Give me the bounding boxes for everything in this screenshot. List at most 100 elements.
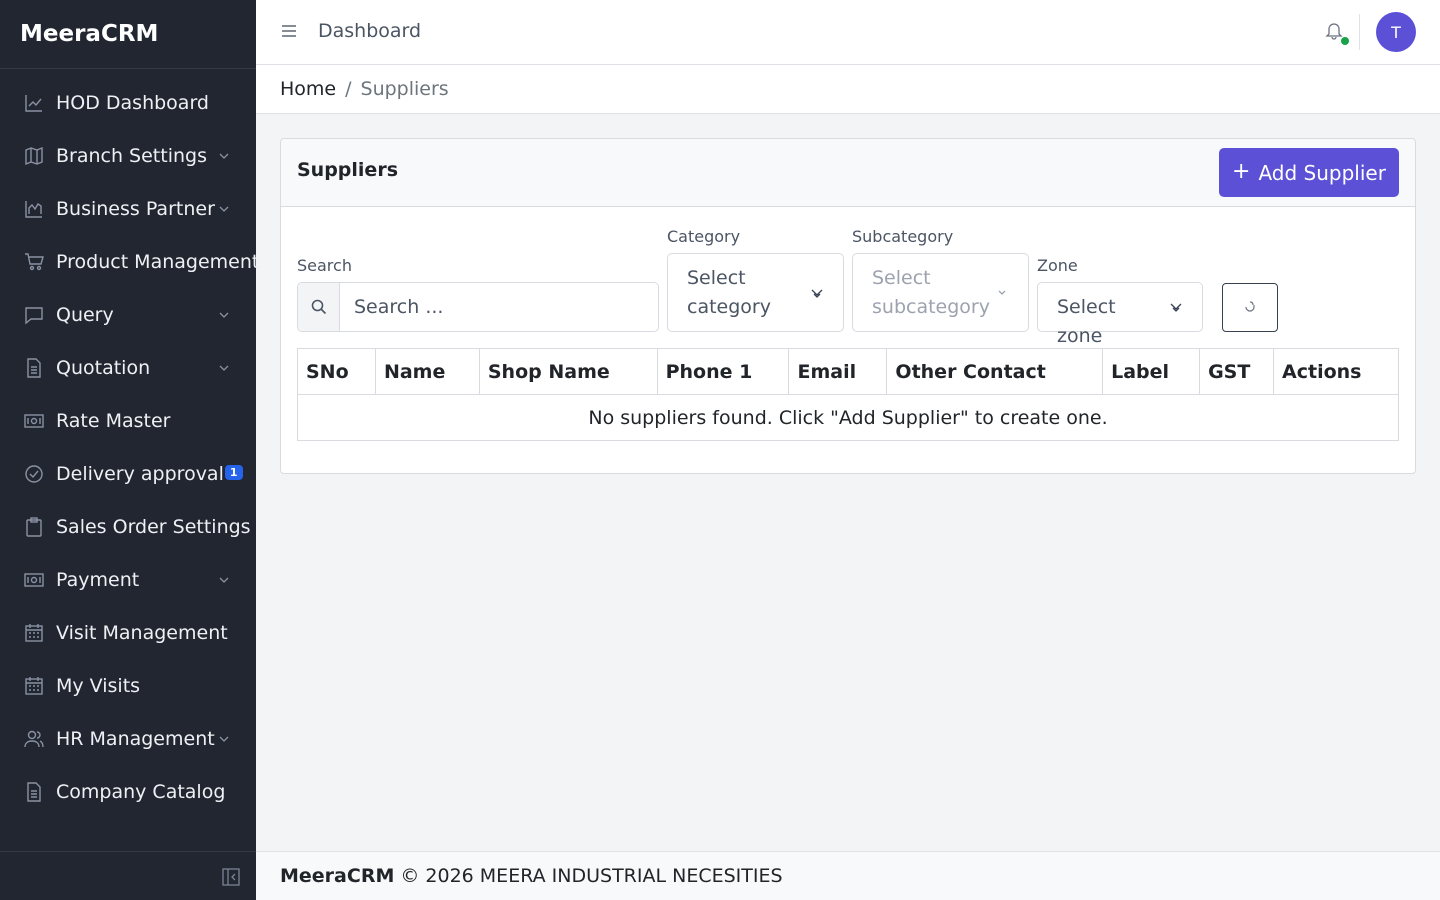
table-header-row: SNo Name Shop Name Phone 1 Email Other C… bbox=[297, 348, 1399, 395]
footer-copyright: © 2026 MEERA INDUSTRIAL NECESITIES bbox=[400, 865, 783, 887]
search-label: Search bbox=[297, 256, 352, 275]
chevron-down-icon bbox=[219, 206, 229, 212]
document-icon bbox=[24, 781, 44, 802]
add-supplier-label: Add Supplier bbox=[1258, 160, 1386, 185]
sidebar-item-label: HR Management bbox=[56, 727, 215, 750]
footer-brand: MeeraCRM bbox=[280, 865, 395, 887]
brand-logo[interactable]: MeeraCRM bbox=[0, 0, 256, 69]
building-chart-icon bbox=[24, 199, 44, 219]
breadcrumb: Home / Suppliers bbox=[256, 65, 1440, 114]
column-header[interactable]: Label bbox=[1102, 348, 1201, 395]
sidebar-item-delivery-approval[interactable]: Delivery approval 1 bbox=[0, 447, 256, 500]
sidebar-item-label: Quotation bbox=[56, 356, 151, 379]
category-select[interactable]: Select category bbox=[667, 253, 844, 332]
sidebar-item-hod-dashboard[interactable]: HOD Dashboard bbox=[0, 76, 256, 129]
sidebar-item-product-management[interactable]: Product Management bbox=[0, 235, 260, 288]
bell-icon[interactable] bbox=[1324, 20, 1344, 40]
sidebar-item-branch-settings[interactable]: Branch Settings bbox=[0, 129, 256, 182]
add-supplier-button[interactable]: + Add Supplier bbox=[1219, 148, 1399, 197]
zone-select-value: Select zone bbox=[1057, 296, 1116, 347]
column-header[interactable]: GST bbox=[1199, 348, 1275, 395]
breadcrumb-current: Suppliers bbox=[360, 78, 449, 100]
money-icon bbox=[24, 570, 44, 590]
calendar-icon bbox=[24, 623, 44, 643]
hamburger-menu-icon[interactable] bbox=[280, 22, 298, 40]
suppliers-table: SNo Name Shop Name Phone 1 Email Other C… bbox=[297, 348, 1399, 441]
sidebar-item-my-visits[interactable]: My Visits bbox=[0, 659, 256, 712]
sidebar-item-label: Product Management bbox=[56, 250, 260, 273]
plus-icon: + bbox=[1232, 158, 1251, 184]
clipboard-icon bbox=[24, 516, 44, 537]
page-footer: MeeraCRM © 2026 MEERA INDUSTRIAL NECESIT… bbox=[256, 851, 1440, 900]
subcategory-select[interactable]: Select subcategory bbox=[852, 253, 1029, 332]
notification-status-dot bbox=[1341, 37, 1349, 45]
sidebar-item-label: Business Partner bbox=[56, 197, 215, 220]
cart-icon bbox=[24, 252, 44, 272]
chat-icon bbox=[24, 305, 44, 325]
sidebar-item-label: Rate Master bbox=[56, 409, 171, 432]
column-header[interactable]: Phone 1 bbox=[656, 348, 790, 395]
money-icon bbox=[24, 411, 44, 431]
reset-filters-button[interactable] bbox=[1222, 283, 1278, 332]
category-select-value: Select category bbox=[687, 267, 771, 318]
sidebar-nav: HOD Dashboard Branch Settings Business P… bbox=[0, 76, 260, 818]
chevron-down-icon bbox=[998, 290, 1006, 295]
sidebar-item-rate-master[interactable]: Rate Master bbox=[0, 394, 256, 447]
sidebar-item-payment[interactable]: Payment bbox=[0, 553, 256, 606]
chart-line-icon bbox=[24, 93, 44, 113]
sidebar-item-label: My Visits bbox=[56, 674, 141, 697]
breadcrumb-separator: / bbox=[345, 78, 352, 100]
card-header: Suppliers + Add Supplier bbox=[281, 139, 1415, 207]
subcategory-select-value: Select subcategory bbox=[872, 267, 990, 318]
sidebar-item-business-partner[interactable]: Business Partner bbox=[0, 182, 256, 235]
sidebar: MeeraCRM HOD Dashboard Branch Settings B… bbox=[0, 0, 260, 900]
table-row: No suppliers found. Click "Add Supplier"… bbox=[297, 394, 1399, 441]
chevron-down-icon bbox=[1170, 303, 1182, 312]
search-input[interactable] bbox=[340, 283, 658, 331]
sidebar-item-label: Company Catalog bbox=[56, 780, 226, 803]
notification-badge: 1 bbox=[224, 465, 243, 480]
document-icon bbox=[24, 357, 44, 378]
column-header[interactable]: Actions bbox=[1273, 348, 1399, 395]
sidebar-item-company-catalog[interactable]: Company Catalog bbox=[0, 765, 256, 818]
map-icon bbox=[24, 146, 44, 166]
column-header[interactable]: Name bbox=[374, 348, 480, 395]
sidebar-item-query[interactable]: Query bbox=[0, 288, 256, 341]
subcategory-label: Subcategory bbox=[852, 227, 954, 246]
chevron-down-icon bbox=[811, 289, 823, 298]
chevron-down-icon bbox=[219, 577, 229, 583]
collapse-sidebar-icon[interactable] bbox=[222, 868, 240, 886]
column-header[interactable]: Shop Name bbox=[478, 348, 658, 395]
sidebar-item-label: Query bbox=[56, 303, 114, 326]
check-circle-icon bbox=[24, 464, 44, 484]
breadcrumb-home[interactable]: Home bbox=[280, 78, 336, 100]
calendar-icon bbox=[24, 676, 44, 696]
column-header[interactable]: SNo bbox=[297, 348, 376, 395]
sidebar-item-label: Branch Settings bbox=[56, 144, 207, 167]
sidebar-footer bbox=[0, 851, 256, 900]
page-title: Suppliers bbox=[297, 159, 399, 181]
sidebar-item-label: HOD Dashboard bbox=[56, 91, 209, 114]
category-label: Category bbox=[667, 227, 741, 246]
header-divider bbox=[1359, 14, 1360, 50]
zone-label: Zone bbox=[1037, 256, 1078, 275]
sidebar-item-hr-management[interactable]: HR Management bbox=[0, 712, 256, 765]
zone-select[interactable]: Select zone bbox=[1037, 282, 1203, 347]
chevron-down-icon bbox=[219, 365, 229, 371]
sidebar-item-quotation[interactable]: Quotation bbox=[0, 341, 256, 394]
header-nav-dashboard[interactable]: Dashboard bbox=[318, 20, 421, 42]
reset-icon bbox=[1245, 300, 1255, 312]
sidebar-item-sales-order-settings[interactable]: Sales Order Settings bbox=[0, 500, 256, 553]
suppliers-card: Suppliers + Add Supplier Search Category… bbox=[280, 138, 1416, 474]
avatar[interactable]: T bbox=[1376, 12, 1416, 52]
search-icon bbox=[298, 283, 340, 331]
top-header: Dashboard T bbox=[256, 0, 1440, 65]
sidebar-item-visit-management[interactable]: Visit Management bbox=[0, 606, 256, 659]
sidebar-item-label: Sales Order Settings bbox=[56, 515, 251, 538]
sidebar-item-label: Delivery approval bbox=[56, 462, 224, 485]
column-header[interactable]: Other Contact bbox=[886, 348, 1104, 395]
empty-state-message: No suppliers found. Click "Add Supplier"… bbox=[297, 394, 1399, 441]
search-field bbox=[297, 282, 659, 332]
column-header[interactable]: Email bbox=[788, 348, 888, 395]
chevron-down-icon bbox=[219, 153, 229, 159]
